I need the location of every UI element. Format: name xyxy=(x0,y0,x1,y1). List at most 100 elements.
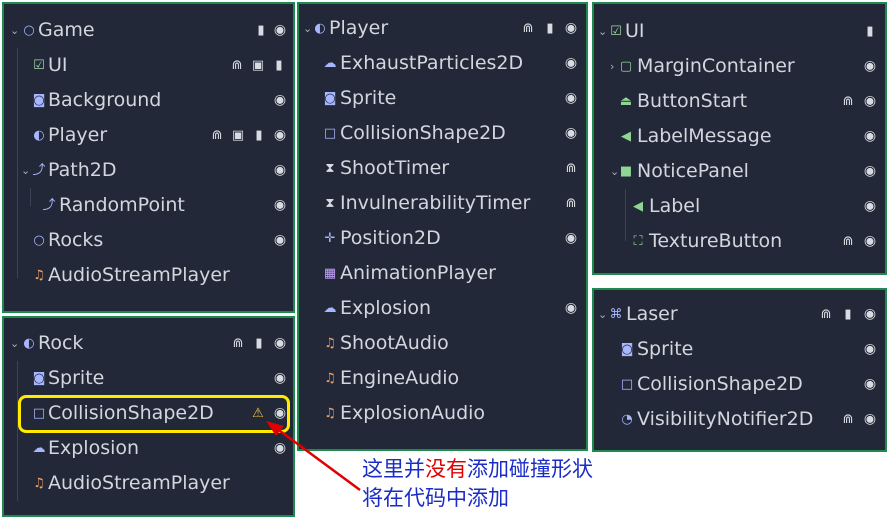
visibility-eye-icon[interactable]: ◉ xyxy=(862,224,878,259)
clapper-icon[interactable]: ▣ xyxy=(250,48,266,83)
tree-row-label[interactable]: ◀ Label ◉ xyxy=(594,189,885,224)
tree-row-rocks[interactable]: ○ Rocks ◉ xyxy=(4,223,293,258)
collapse-arrow-icon[interactable]: ⌄ xyxy=(598,297,607,332)
collapse-arrow-icon[interactable]: ⌄ xyxy=(21,153,30,188)
collapse-arrow-icon[interactable]: ⌄ xyxy=(303,11,312,46)
tree-row-collisionshape2d[interactable]: □ CollisionShape2D ◉ xyxy=(594,367,885,402)
expand-arrow-icon[interactable]: › xyxy=(610,49,614,84)
audio-icon: ♫ xyxy=(324,406,336,421)
visibility-eye-icon[interactable]: ◉ xyxy=(862,119,878,154)
signal-icon[interactable]: ⋒ xyxy=(230,326,246,361)
signal-icon[interactable]: ⋒ xyxy=(840,402,856,437)
collapse-arrow-icon[interactable]: ⌄ xyxy=(10,13,19,48)
node-name: LabelMessage xyxy=(637,125,772,147)
signal-icon[interactable]: ⋒ xyxy=(209,118,225,153)
visibility-eye-icon[interactable]: ◉ xyxy=(563,11,579,46)
script-icon[interactable]: ▮ xyxy=(862,14,878,49)
path-follow-icon: ⤴ xyxy=(42,198,56,213)
visibility-eye-icon[interactable]: ◉ xyxy=(272,83,288,118)
tree-row-rock[interactable]: ⌄ ◐ Rock ⋒ ▮ ◉ xyxy=(4,326,293,361)
visibility-eye-icon[interactable]: ◉ xyxy=(563,221,579,256)
signal-icon[interactable]: ⋒ xyxy=(563,151,579,186)
visibility-eye-icon[interactable]: ◉ xyxy=(862,367,878,402)
tree-row-exhaustparticles2d[interactable]: ☁ ExhaustParticles2D ◉ xyxy=(299,46,586,81)
tree-row-audiostreamplayer[interactable]: ♫ AudioStreamPlayer xyxy=(4,258,293,293)
tree-row-margincontainer[interactable]: › ▢ MarginContainer ◉ xyxy=(594,49,885,84)
signal-icon[interactable]: ⋒ xyxy=(840,224,856,259)
tree-row-ui[interactable]: ☑ UI ⋒ ▣ ▮ xyxy=(4,48,293,83)
visibility-eye-icon[interactable]: ◉ xyxy=(862,402,878,437)
tree-row-explosionaudio[interactable]: ♫ ExplosionAudio xyxy=(299,396,586,431)
visibility-eye-icon[interactable]: ◉ xyxy=(272,153,288,188)
script-icon[interactable]: ▮ xyxy=(253,13,269,48)
node2d-icon: ○ xyxy=(23,23,35,38)
visibility-eye-icon[interactable]: ◉ xyxy=(272,188,288,223)
tree-row-position2d[interactable]: ✛ Position2D ◉ xyxy=(299,221,586,256)
tree-row-sprite[interactable]: ◙ Sprite ◉ xyxy=(594,332,885,367)
tree-row-player[interactable]: ⌄ ◐ Player ⋒ ▮ ◉ xyxy=(299,11,586,46)
visibility-eye-icon[interactable]: ◉ xyxy=(862,84,878,119)
visibility-notifier-icon: ◔ xyxy=(621,412,633,427)
node-name: CollisionShape2D xyxy=(637,373,803,395)
collapse-arrow-icon[interactable]: ⌄ xyxy=(610,154,619,189)
script-icon[interactable]: ▮ xyxy=(840,297,856,332)
node-name: Explosion xyxy=(340,297,432,319)
panel-icon: ■ xyxy=(619,164,633,179)
tree-row-engineaudio[interactable]: ♫ EngineAudio xyxy=(299,361,586,396)
tree-row-sprite[interactable]: ◙ Sprite ◉ xyxy=(4,361,293,396)
signal-icon[interactable]: ⋒ xyxy=(840,84,856,119)
signal-icon[interactable]: ⋒ xyxy=(520,11,536,46)
tree-row-path2d[interactable]: ⌄ ⤴ Path2D ◉ xyxy=(4,153,293,188)
visibility-eye-icon[interactable]: ◉ xyxy=(563,46,579,81)
tree-row-explosion[interactable]: ☁ Explosion ◉ xyxy=(299,291,586,326)
visibility-eye-icon[interactable]: ◉ xyxy=(272,118,288,153)
visibility-eye-icon[interactable]: ◉ xyxy=(272,431,288,466)
visibility-eye-icon[interactable]: ◉ xyxy=(563,81,579,116)
signal-icon[interactable]: ⋒ xyxy=(563,186,579,221)
node-name: Explosion xyxy=(48,437,140,459)
tree-row-texturebutton[interactable]: ⛶ TextureButton ⋒ ◉ xyxy=(594,224,885,259)
script-icon[interactable]: ▮ xyxy=(271,48,287,83)
tree-row-ui[interactable]: ⌄ ☑ UI ▮ xyxy=(594,14,885,49)
clapper-icon[interactable]: ▣ xyxy=(230,118,246,153)
visibility-eye-icon[interactable]: ◉ xyxy=(862,297,878,332)
sprite-icon: ◙ xyxy=(32,371,46,386)
visibility-eye-icon[interactable]: ◉ xyxy=(272,223,288,258)
collapse-arrow-icon[interactable]: ⌄ xyxy=(10,326,19,361)
tree-row-animationplayer[interactable]: ▦ AnimationPlayer xyxy=(299,256,586,291)
visibility-eye-icon[interactable]: ◉ xyxy=(272,13,288,48)
collapse-arrow-icon[interactable]: ⌄ xyxy=(598,14,607,49)
tree-row-labelmessage[interactable]: ◀ LabelMessage ◉ xyxy=(594,119,885,154)
visibility-eye-icon[interactable]: ◉ xyxy=(272,361,288,396)
signal-icon[interactable]: ⋒ xyxy=(818,297,834,332)
tree-row-game[interactable]: ⌄ ○ Game ▮ ◉ xyxy=(4,13,293,48)
visibility-eye-icon[interactable]: ◉ xyxy=(862,332,878,367)
tree-row-player[interactable]: ◐ Player ⋒ ▣ ▮ ◉ xyxy=(4,118,293,153)
visibility-eye-icon[interactable]: ◉ xyxy=(862,49,878,84)
node-name: Game xyxy=(38,19,95,41)
tree-row-buttonstart[interactable]: ⏏ ButtonStart ⋒ ◉ xyxy=(594,84,885,119)
visibility-eye-icon[interactable]: ◉ xyxy=(272,326,288,361)
tree-row-invulnerabilitytimer[interactable]: ⧗ InvulnerabilityTimer ⋒ xyxy=(299,186,586,221)
script-icon[interactable]: ▮ xyxy=(251,326,267,361)
tree-row-background[interactable]: ◙ Background ◉ xyxy=(4,83,293,118)
tree-row-shootaudio[interactable]: ♫ ShootAudio xyxy=(299,326,586,361)
label-icon: ◀ xyxy=(633,199,643,214)
script-icon[interactable]: ▮ xyxy=(251,118,267,153)
visibility-eye-icon[interactable]: ◉ xyxy=(563,116,579,151)
visibility-eye-icon[interactable]: ◉ xyxy=(862,189,878,224)
tree-row-audiostreamplayer[interactable]: ♫ AudioStreamPlayer xyxy=(4,466,293,501)
script-icon[interactable]: ▮ xyxy=(542,11,558,46)
visibility-eye-icon[interactable]: ◉ xyxy=(862,154,878,189)
tree-row-sprite[interactable]: ◙ Sprite ◉ xyxy=(299,81,586,116)
tree-row-collisionshape2d[interactable]: □ CollisionShape2D ◉ xyxy=(299,116,586,151)
tree-row-noticepanel[interactable]: ⌄ ■ NoticePanel ◉ xyxy=(594,154,885,189)
tree-row-explosion[interactable]: ☁ Explosion ◉ xyxy=(4,431,293,466)
tree-row-visibilitynotifier2d[interactable]: ◔ VisibilityNotifier2D ⋒ ◉ xyxy=(594,402,885,437)
tree-row-laser[interactable]: ⌄ ⌘ Laser ⋒ ▮ ◉ xyxy=(594,297,885,332)
tree-row-randompoint[interactable]: ⤴ RandomPoint ◉ xyxy=(4,188,293,223)
signal-icon[interactable]: ⋒ xyxy=(229,48,245,83)
node2d-icon: ○ xyxy=(33,233,45,248)
visibility-eye-icon[interactable]: ◉ xyxy=(563,291,579,326)
tree-row-shoottimer[interactable]: ⧗ ShootTimer ⋒ xyxy=(299,151,586,186)
